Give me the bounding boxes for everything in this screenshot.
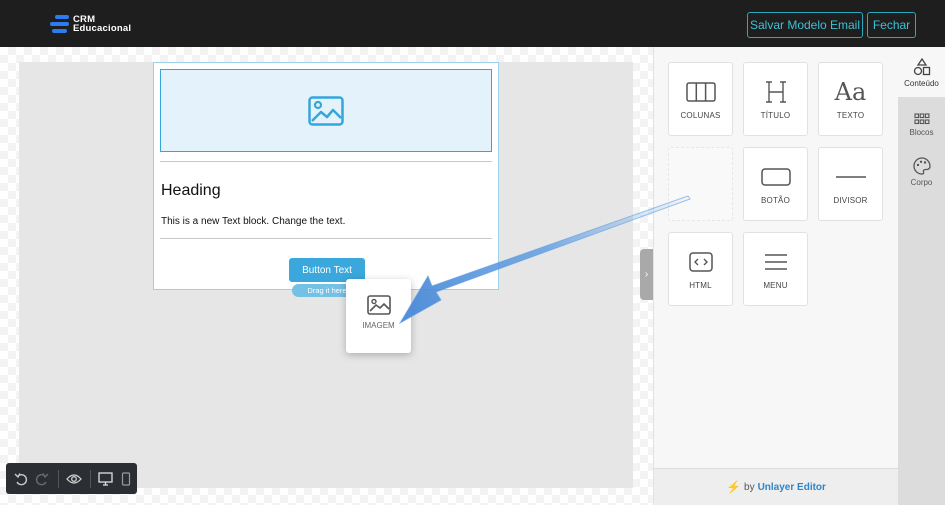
- tile-label: TEXTO: [836, 111, 865, 120]
- undo-button[interactable]: [12, 469, 31, 489]
- tile-label: TÍTULO: [760, 111, 791, 120]
- columns-icon: [685, 82, 716, 102]
- desktop-view-button[interactable]: [96, 469, 115, 489]
- tile-label: HTML: [689, 281, 712, 290]
- tile-divider[interactable]: DIVISOR: [818, 147, 883, 221]
- divider-icon: [835, 176, 866, 178]
- tile-label: DIVISOR: [833, 196, 868, 205]
- image-placeholder[interactable]: [160, 69, 492, 152]
- tile-text[interactable]: Aa TEXTO: [818, 62, 883, 136]
- code-icon: [688, 252, 713, 272]
- divider-line: [160, 161, 492, 162]
- bolt-icon: ⚡: [726, 480, 742, 494]
- email-editor: CRM Educacional Salvar Modelo Email Fech…: [0, 0, 945, 505]
- dragged-image-tile[interactable]: IMAGEM: [346, 279, 411, 353]
- side-tabs: Conteúdo Blocos Corpo: [898, 47, 945, 505]
- tile-button[interactable]: BOTÃO: [743, 147, 808, 221]
- tile-label: COLUNAS: [680, 111, 721, 120]
- email-background[interactable]: Heading This is a new Text block. Change…: [19, 62, 633, 488]
- logo-line-2: Educacional: [73, 23, 132, 34]
- shapes-icon: [913, 58, 930, 76]
- button-icon: [760, 168, 791, 186]
- divider-line: [160, 238, 492, 239]
- tab-label: Blocos: [909, 128, 934, 137]
- tile-html[interactable]: HTML: [668, 232, 733, 306]
- text-block[interactable]: This is a new Text block. Change the tex…: [161, 216, 345, 227]
- panel-collapse-handle[interactable]: ›: [640, 249, 653, 300]
- design-canvas: Heading This is a new Text block. Change…: [0, 47, 653, 505]
- preview-button[interactable]: [64, 469, 83, 489]
- palette-icon: [912, 157, 931, 175]
- tab-label: Corpo: [910, 178, 933, 187]
- toolbar-separator: [58, 469, 60, 488]
- email-body[interactable]: Heading This is a new Text block. Change…: [153, 62, 499, 297]
- canvas-toolbar: [6, 463, 137, 494]
- menu-icon: [764, 254, 787, 270]
- mobile-icon: [121, 471, 130, 486]
- heading-icon: [765, 81, 786, 103]
- tile-menu[interactable]: MENU: [743, 232, 808, 306]
- logo: CRM Educacional: [50, 14, 131, 34]
- save-template-button[interactable]: Salvar Modelo Email: [747, 12, 863, 38]
- redo-icon: [35, 472, 49, 485]
- redo-button[interactable]: [33, 469, 52, 489]
- image-icon: [366, 295, 391, 315]
- tab-label: Conteúdo: [904, 79, 939, 88]
- tile-label: MENU: [763, 281, 788, 290]
- image-icon: [308, 95, 344, 126]
- grid-icon: [913, 113, 929, 125]
- mobile-view-button[interactable]: [116, 469, 135, 489]
- text-icon: Aa: [834, 78, 867, 106]
- undo-icon: [14, 472, 28, 485]
- panel-footer: ⚡ by Unlayer Editor: [654, 468, 898, 505]
- footer-prefix: by: [744, 481, 755, 493]
- chevron-right-icon: ›: [644, 269, 649, 280]
- eye-icon: [65, 473, 82, 484]
- top-bar: CRM Educacional Salvar Modelo Email Fech…: [0, 0, 945, 47]
- tab-blocks[interactable]: Blocos: [898, 101, 945, 151]
- tile-label: BOTÃO: [760, 196, 790, 205]
- content-panel: COLUNAS TÍTULO Aa TEXTO BOTÃO DIVISOR HT…: [653, 47, 898, 505]
- heading-block[interactable]: Heading: [161, 182, 221, 200]
- logo-icon: [50, 14, 69, 34]
- unlayer-link[interactable]: Unlayer Editor: [758, 482, 826, 493]
- tab-body[interactable]: Corpo: [898, 151, 945, 201]
- tile-columns[interactable]: COLUNAS: [668, 62, 733, 136]
- dragged-item-label: IMAGEM: [362, 321, 395, 330]
- tile-title[interactable]: TÍTULO: [743, 62, 808, 136]
- tab-content[interactable]: Conteúdo: [898, 47, 945, 97]
- desktop-icon: [97, 471, 113, 486]
- close-button[interactable]: Fechar: [867, 12, 916, 38]
- tile-image-slot-empty: [668, 147, 733, 221]
- toolbar-separator: [89, 469, 91, 488]
